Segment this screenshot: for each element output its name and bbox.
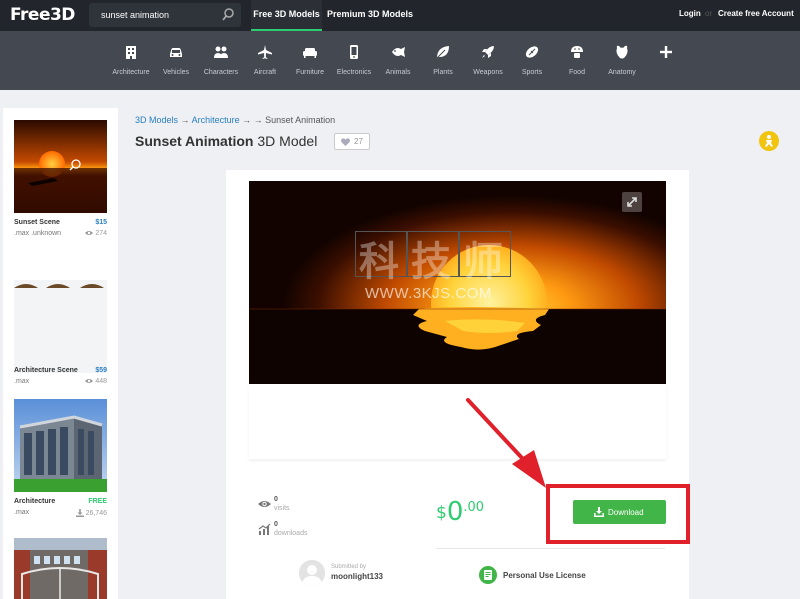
category-more[interactable]	[640, 44, 692, 69]
related-model-stat-value: 274	[95, 230, 107, 237]
related-model-stat-value: 448	[95, 378, 107, 385]
price-decimal: .00	[463, 500, 485, 515]
submitted-by-label: Submitted by	[331, 564, 367, 570]
watermark-char: 科	[359, 239, 399, 285]
breadcrumb: 3D Models → Architecture → → Sunset Anim…	[135, 115, 335, 125]
related-model-card[interactable]	[14, 538, 107, 599]
eye-icon	[85, 231, 94, 236]
search-box	[89, 3, 241, 27]
watermark-char: 技	[411, 239, 451, 285]
breadcrumb-3d-models[interactable]: 3D Models	[135, 115, 178, 125]
download-label: Download	[608, 508, 644, 517]
related-model-format: .max	[14, 378, 30, 385]
heart-icon	[341, 138, 350, 146]
breadcrumb-current: Sunset Animation	[265, 115, 336, 125]
car-icon	[170, 48, 182, 57]
like-button[interactable]: 27	[334, 133, 370, 150]
report-button[interactable]	[759, 131, 779, 151]
related-model-stat: 448	[85, 378, 107, 385]
related-model-format: .max	[14, 509, 30, 516]
fish-icon	[392, 47, 405, 57]
watermark-char: 师	[463, 239, 503, 285]
preview-footer	[249, 384, 666, 459]
model-price: $0.00	[436, 497, 484, 527]
or-separator: or	[705, 9, 713, 18]
building-icon	[126, 46, 136, 59]
downloads-label: downloads	[274, 530, 308, 537]
download-icon	[594, 507, 604, 517]
related-model-title[interactable]: Architecture Scene	[14, 367, 78, 374]
related-model-stat: 26,746	[75, 509, 107, 517]
create-account-link[interactable]: Create free Account	[718, 9, 794, 18]
annotation-arrow	[466, 398, 546, 488]
visits-label: visits	[274, 505, 290, 512]
food-icon	[571, 46, 583, 58]
logo[interactable]: Free3D	[10, 5, 75, 25]
model-thumbnail[interactable]	[14, 399, 107, 492]
related-model-price: FREE	[88, 498, 107, 505]
license-icon	[479, 566, 497, 584]
phone-icon	[350, 45, 358, 59]
model-title-suffix: 3D Model	[257, 133, 318, 149]
visits-count: 0	[274, 496, 278, 503]
model-thumbnail[interactable]	[14, 280, 107, 373]
leaf-icon	[436, 46, 449, 59]
search-input[interactable]	[89, 3, 217, 27]
breadcrumb-separator: →	[180, 115, 190, 125]
login-link[interactable]: Login	[679, 9, 701, 18]
divider	[436, 548, 665, 549]
related-model-format: .max .unknown	[14, 230, 62, 237]
breadcrumb-separator: →	[242, 115, 252, 125]
related-models-sidebar: Sunset Scene $15 .max .unknown 274 Archi…	[3, 108, 118, 599]
related-model-price: $59	[95, 367, 107, 374]
downloads-count: 0	[274, 521, 278, 528]
top-navbar: Free3D Free 3D Models Premium 3D Models …	[0, 0, 800, 31]
download-icon	[75, 509, 84, 517]
alert-icon	[765, 135, 773, 147]
model-preview-image[interactable]	[249, 181, 666, 384]
chart-icon	[258, 523, 271, 535]
page-title: Sunset Animation 3D Model	[135, 133, 317, 149]
model-thumbnail[interactable]	[14, 120, 107, 213]
plus-icon	[660, 46, 672, 58]
eye-icon	[258, 501, 271, 507]
model-thumbnail[interactable]	[14, 538, 107, 599]
sofa-icon	[303, 48, 317, 58]
related-model-card[interactable]: Sunset Scene $15 .max .unknown 274	[14, 120, 107, 237]
submitter-name[interactable]: moonlight133	[331, 572, 383, 581]
related-model-stat: 274	[85, 230, 107, 237]
tab-free-3d-models[interactable]: Free 3D Models	[251, 0, 322, 31]
download-button[interactable]: Download	[573, 500, 666, 524]
category-label: Anatomy	[608, 69, 636, 76]
rocket-icon	[482, 46, 494, 58]
search-icon[interactable]	[222, 8, 234, 22]
eye-icon	[85, 379, 94, 384]
breadcrumb-separator: →	[253, 115, 263, 125]
related-model-stat-value: 26,746	[85, 509, 107, 517]
plane-icon	[258, 45, 272, 59]
price-currency: $	[436, 503, 447, 523]
license-link[interactable]: Personal Use License	[503, 571, 586, 580]
like-count: 27	[354, 137, 363, 146]
category-bar: Architecture Vehicles Characters Aircraf…	[0, 31, 800, 90]
watermark-url: WWW.3KJS.COM	[365, 285, 492, 302]
related-model-card[interactable]: Architecture Scene $59 .max 448	[14, 280, 107, 385]
related-model-price: $15	[95, 219, 107, 226]
related-model-card[interactable]: Architecture FREE .max 26,746	[14, 399, 107, 517]
tab-premium-3d-models[interactable]: Premium 3D Models	[327, 0, 413, 31]
people-icon	[214, 46, 228, 58]
related-model-title[interactable]: Architecture	[14, 498, 55, 505]
related-model-title[interactable]: Sunset Scene	[14, 219, 60, 226]
avatar[interactable]	[299, 560, 325, 586]
ball-icon	[525, 46, 539, 58]
anatomy-icon	[616, 45, 628, 59]
model-title: Sunset Animation	[135, 133, 254, 149]
price-integer: 0	[446, 497, 464, 527]
expand-icon[interactable]	[622, 192, 642, 212]
breadcrumb-architecture[interactable]: Architecture	[192, 115, 240, 125]
